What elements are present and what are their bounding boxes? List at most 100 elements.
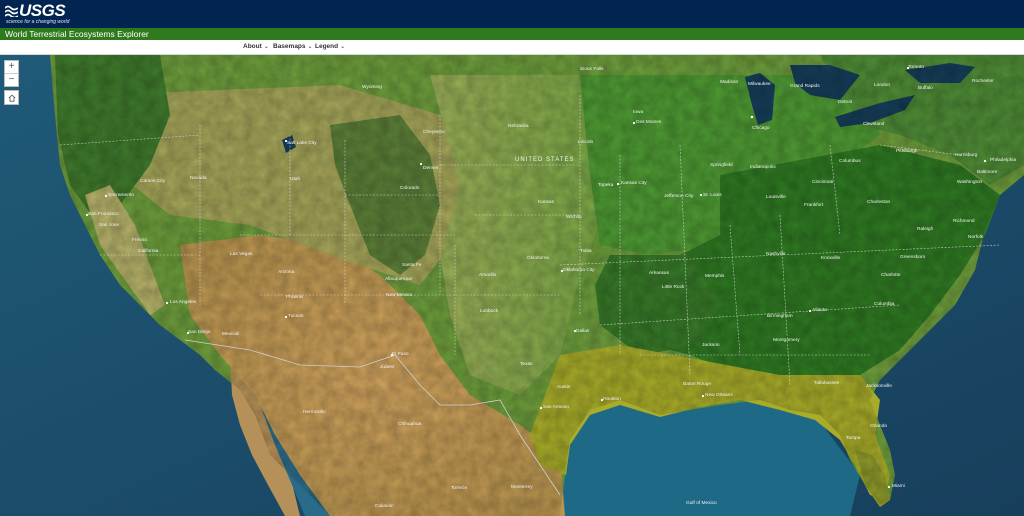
menu-about[interactable]: About ⌄	[243, 40, 269, 54]
place-label: Birmingham	[767, 313, 793, 319]
place-label: Chicago	[752, 125, 770, 131]
place-label: Lincoln	[578, 139, 594, 145]
chevron-down-icon: ⌄	[340, 44, 346, 50]
usgs-logo[interactable]: USGS science for a changing world	[5, 2, 69, 25]
place-label: El Paso	[392, 351, 409, 357]
place-label: California	[138, 248, 159, 254]
place-label: Tallahassee	[814, 380, 840, 386]
place-label: Las Vegas	[230, 251, 253, 257]
menu-legend-label: Legend	[315, 43, 339, 50]
place-label: Rochester	[972, 78, 994, 84]
place-label: Tucson	[288, 313, 304, 319]
place-label: Los Angeles	[170, 299, 197, 305]
place-label: Des Moines	[636, 119, 662, 125]
place-label: Nebraska	[508, 123, 529, 129]
home-icon	[8, 94, 15, 102]
place-label: Culiacán	[375, 503, 394, 509]
place-label: Dallas	[576, 328, 590, 334]
place-label: Austin	[557, 384, 571, 390]
place-label: Atlanta	[812, 307, 827, 313]
place-label: St. Louis	[703, 192, 722, 198]
place-label: San Francisco	[88, 211, 119, 217]
place-label: Cheyenne	[423, 129, 445, 135]
place-label: Nevada	[190, 175, 207, 181]
place-label: Detroit	[838, 99, 853, 105]
usgs-wave-icon	[5, 5, 18, 17]
zoom-in-button[interactable]: +	[5, 61, 18, 73]
place-label: Philadelphia	[990, 157, 1016, 163]
place-label: Jackson	[702, 342, 720, 348]
place-label: Jacksonville	[866, 383, 892, 389]
place-label: Phoenix	[286, 294, 304, 300]
place-label: Buffalo	[918, 85, 933, 91]
place-label: Washington	[957, 179, 982, 185]
place-label: Fresno	[132, 237, 147, 243]
place-label: Richmond	[953, 218, 975, 224]
place-label: Iowa	[633, 109, 643, 115]
home-button[interactable]	[4, 90, 19, 105]
menu-legend[interactable]: Legend ⌄	[315, 40, 345, 54]
place-label: Santa Fe	[402, 262, 422, 268]
place-label: Tampa	[846, 435, 861, 441]
place-label: Utah	[290, 176, 300, 182]
place-label: New Orleans	[705, 392, 733, 398]
place-label: Knoxville	[821, 255, 841, 261]
place-label: Lubbock	[480, 308, 499, 314]
place-label: Harrisburg	[955, 152, 978, 158]
place-label: San Antonio	[543, 404, 569, 410]
place-label: Grand Rapids	[790, 83, 820, 89]
place-label: Greensboro	[900, 254, 926, 260]
place-label: Charlotte	[881, 272, 901, 278]
place-label: Pittsburgh	[896, 148, 918, 154]
place-label: Chihuahua	[398, 421, 422, 427]
place-label: Columbus	[839, 158, 861, 164]
menu-basemaps-label: Basemaps	[273, 43, 306, 50]
place-label: London	[874, 82, 890, 88]
place-label: Baton Rouge	[683, 381, 711, 387]
place-label: Kansas	[538, 199, 555, 205]
place-label: Springfield	[710, 162, 733, 168]
usgs-logo-mark: USGS	[5, 2, 69, 19]
place-label: Oklahoma City	[563, 267, 595, 273]
place-label: Montgomery	[773, 337, 800, 343]
country-label: UNITED STATES	[515, 157, 574, 163]
zoom-out-button[interactable]: −	[5, 73, 18, 86]
place-label: Raleigh	[917, 226, 934, 232]
place-label: New Mexico	[386, 292, 412, 298]
place-label: Memphis	[705, 273, 725, 279]
place-label: Milwaukee	[748, 81, 771, 87]
place-label: San Jose	[99, 222, 119, 228]
place-label: Jefferson City	[664, 193, 694, 199]
zoom-control: + −	[4, 60, 19, 87]
place-label: Cincinnati	[812, 179, 833, 185]
place-label: Tulsa	[580, 248, 592, 254]
place-label: Monterrey	[511, 484, 533, 490]
place-label: Arizona	[278, 269, 295, 275]
place-label: Baltimore	[977, 169, 998, 175]
logo-tagline: science for a changing world	[6, 19, 70, 25]
place-label: Hermosillo	[303, 409, 326, 415]
place-label: Cleveland	[863, 121, 885, 127]
place-label: Salt Lake City	[287, 140, 317, 146]
menu-about-label: About	[243, 43, 262, 50]
menu-basemaps[interactable]: Basemaps ⌄	[273, 40, 313, 54]
place-label: Indianapolis	[750, 164, 776, 170]
place-label: Madison	[720, 79, 738, 85]
map-view[interactable]: UNITED STATES Sioux Falls Madison Milwau…	[0, 55, 1024, 516]
app-title-bar: World Terrestrial Ecosystems Explorer	[0, 28, 1024, 40]
place-label: Sioux Falls	[580, 66, 604, 72]
place-label: Juárez	[380, 364, 395, 370]
place-label: Norfolk	[968, 234, 984, 240]
place-label: Oklahoma	[527, 255, 549, 261]
logo-text: USGS	[19, 1, 66, 20]
chevron-down-icon: ⌄	[307, 44, 313, 50]
place-label: Little Rock	[662, 284, 685, 290]
place-label: Orlando	[870, 423, 887, 429]
place-label: Columbia	[874, 301, 895, 307]
place-label: Mexicali	[222, 331, 239, 337]
place-label: Wyoming	[362, 84, 382, 90]
chevron-down-icon: ⌄	[263, 44, 269, 50]
place-label: Wichita	[566, 214, 582, 220]
place-label: Houston	[603, 396, 621, 402]
map-canvas[interactable]: UNITED STATES Sioux Falls Madison Milwau…	[0, 55, 1024, 516]
